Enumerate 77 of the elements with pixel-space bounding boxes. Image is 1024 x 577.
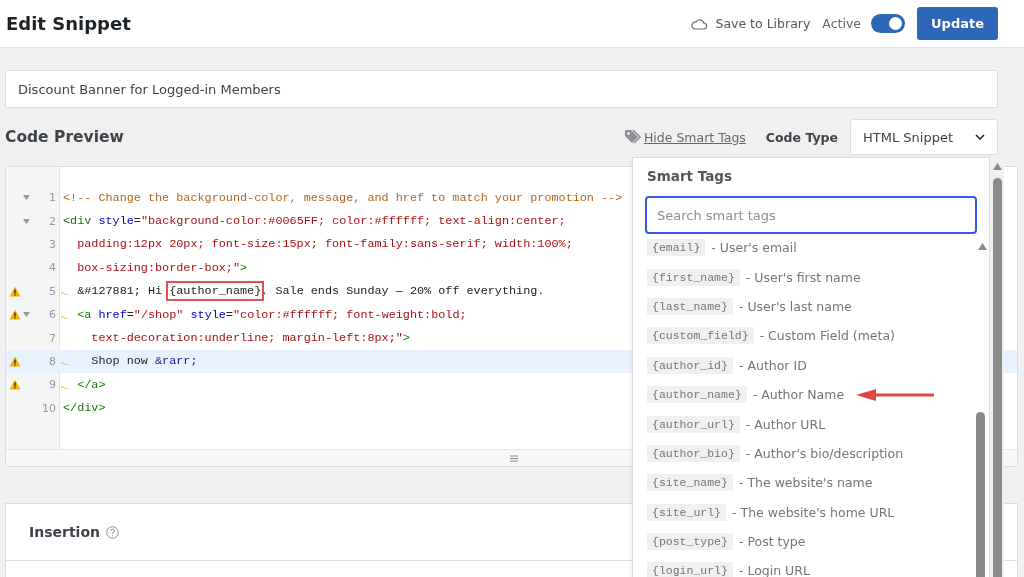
tag-code: {site_name} <box>647 474 733 492</box>
tag-description: - Author's bio/description <box>745 445 904 461</box>
line-number: 1 <box>49 191 56 205</box>
smart-tag-item[interactable]: {author_url} - Author URL <box>633 409 973 439</box>
page-title: Edit Snippet <box>6 13 132 34</box>
code-line: <a href="/shop" style="color:#ffffff; font-weight:bold; <box>60 307 467 322</box>
code-line: box-sizing:border-box;"> <box>76 260 248 275</box>
search-field[interactable]: Search smart tags <box>645 196 977 234</box>
fold-arrow-icon[interactable] <box>23 312 30 318</box>
smart-tag-item[interactable]: {post_type} - Post type <box>633 526 973 557</box>
smart-tag-item[interactable]: {site_name} - The website's name <box>633 468 973 498</box>
code-line: &#127881; Hi {author_name}, Sale ends Sunday — 20% off everything. <box>60 284 545 299</box>
chevron-down-icon <box>975 134 985 140</box>
code-line: </div> <box>62 401 106 416</box>
smart-tag-item[interactable]: {author_id} - Author ID <box>633 350 973 380</box>
cloud-icon <box>691 17 708 30</box>
code-type-dropdown[interactable]: HTML Snippet <box>850 119 998 155</box>
tag-description: - The website's name <box>738 475 873 491</box>
smart-tag-item[interactable]: {site_url} - The website's home URL <box>633 497 973 527</box>
smart-tag-item[interactable]: {first_name} - User's first name <box>633 262 973 292</box>
smart-tag-item[interactable]: {author_name} - Author Name <box>633 379 973 410</box>
panel-title: Smart Tags <box>646 167 733 186</box>
tag-code: {email} <box>647 239 706 257</box>
tag-description: - Custom Field (meta) <box>759 328 895 344</box>
help-icon[interactable] <box>106 525 119 539</box>
smart-tag-item[interactable]: {email} - User's email <box>633 238 973 263</box>
line-number: 3 <box>49 237 56 251</box>
tag-description: - Post type <box>738 534 806 550</box>
fold-arrow-icon[interactable] <box>23 218 30 224</box>
tag-code: {last_name} <box>647 297 733 315</box>
tag-code: {custom_field} <box>647 327 754 345</box>
tag-description: - Author Name <box>752 387 845 403</box>
line-number: 5 <box>49 284 56 298</box>
snippet-title-field[interactable]: Discount Banner for Logged-in Members <box>5 70 998 108</box>
scroll-up-icon[interactable] <box>978 243 987 250</box>
tag-description: - The website's home URL <box>732 504 895 520</box>
line-number: 9 <box>49 378 56 392</box>
code-line: padding:12px 20px; font-size:15px; font-family:sans-serif; width:100%; <box>76 237 573 252</box>
fold-arrow-icon[interactable] <box>23 195 30 201</box>
code-line: <!-- Change the background-color, message, and href to match your promotion --> <box>62 190 623 205</box>
active-toggle[interactable] <box>871 14 905 33</box>
tag-code: {login_url} <box>647 562 733 577</box>
tag-description: - Author ID <box>738 357 807 373</box>
line-number: 4 <box>49 261 56 275</box>
resize-handle-icon[interactable] <box>509 454 518 462</box>
line-number: 10 <box>42 401 56 415</box>
line-number: 6 <box>49 308 56 322</box>
tag-code: {author_url} <box>647 415 740 433</box>
tag-description: - Author URL <box>745 416 826 432</box>
code-type-label: Code Type <box>765 129 838 145</box>
save-to-library-link[interactable]: Save to Library <box>691 16 811 31</box>
line-number: 8 <box>49 354 56 368</box>
active-label: Active <box>822 16 861 31</box>
section-title: Code Preview <box>5 128 125 146</box>
update-button[interactable]: Update <box>917 7 998 40</box>
code-line: Shop now &rarr; <box>60 354 198 369</box>
tag-code: {first_name} <box>647 268 740 286</box>
insertion-title: Insertion <box>29 524 100 540</box>
smart-tag-item[interactable]: {custom_field} - Custom Field (meta) <box>633 321 973 351</box>
tag-code: {site_url} <box>647 503 726 521</box>
smart-tag-item[interactable]: {author_bio} - Author's bio/description <box>633 438 973 469</box>
code-line: </a> <box>60 377 106 392</box>
scroll-up-icon[interactable] <box>993 163 1002 170</box>
code-line: text-decoration:underline; margin-left:8px;"> <box>90 331 410 346</box>
tag-description: - User's last name <box>738 298 852 314</box>
tag-code: {author_bio} <box>647 444 740 462</box>
tag-code: {post_type} <box>647 533 733 551</box>
smart-tag-item[interactable]: {last_name} - User's last name <box>633 291 973 322</box>
hide-smart-tags-link[interactable]: Hide Smart Tags <box>643 129 746 145</box>
tag-description: - User's email <box>711 240 797 256</box>
tag-description: - User's first name <box>745 269 861 285</box>
line-number: 7 <box>49 331 56 345</box>
tag-code: {author_name} <box>647 386 747 404</box>
tag-icon <box>623 129 644 145</box>
tag-code: {author_id} <box>647 356 733 374</box>
line-number: 2 <box>49 214 56 228</box>
code-line: <div style="background-color:#0065FF; color:#ffffff; text-align:center; <box>62 214 566 229</box>
